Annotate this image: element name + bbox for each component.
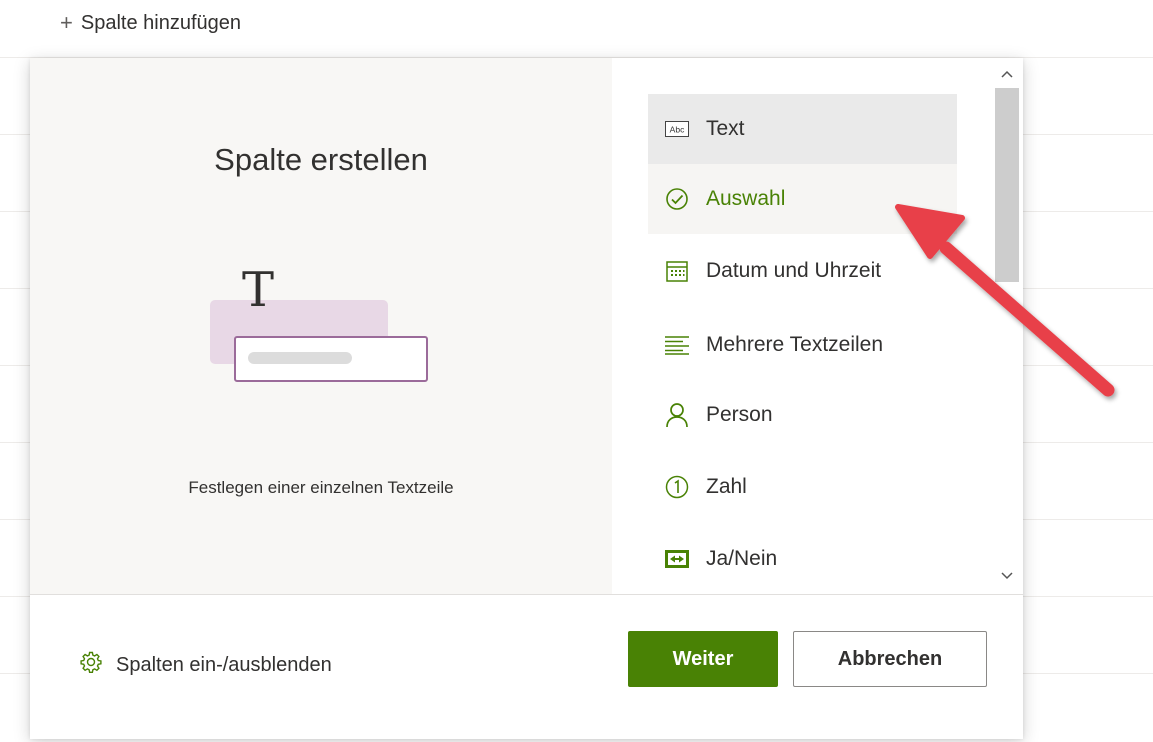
type-item-label: Ja/Nein xyxy=(706,547,778,570)
choice-check-icon xyxy=(662,184,692,214)
next-button[interactable]: Weiter xyxy=(628,631,778,687)
list-scrollbar[interactable] xyxy=(992,58,1022,594)
cancel-button[interactable]: Abbrechen xyxy=(793,631,987,687)
add-column-button[interactable]: + Spalte hinzufügen xyxy=(60,8,241,38)
number-icon xyxy=(662,472,692,502)
person-icon xyxy=(662,400,692,430)
type-item-label: Zahl xyxy=(706,475,747,498)
type-item-datetime[interactable]: Datum und Uhrzeit xyxy=(648,236,957,306)
column-type-list: Abc Text Auswahl Datum und Uhrzeit Mehre… xyxy=(612,58,1023,594)
dialog-footer: Spalten ein-/ausblenden Weiter Abbrechen xyxy=(30,594,1023,739)
type-item-label: Mehrere Textzeilen xyxy=(706,333,884,356)
type-item-label: Text xyxy=(706,117,745,140)
calendar-icon xyxy=(662,256,692,286)
dialog-title: Spalte erstellen xyxy=(214,142,428,177)
preview-pane: Spalte erstellen T Festlegen einer einze… xyxy=(30,58,612,594)
type-item-label: Datum und Uhrzeit xyxy=(706,259,882,282)
type-item-person[interactable]: Person xyxy=(648,380,957,450)
plus-icon: + xyxy=(60,10,73,35)
chevron-up-icon[interactable] xyxy=(992,62,1022,86)
svg-text:Abc: Abc xyxy=(670,125,685,135)
chevron-down-icon[interactable] xyxy=(992,564,1022,588)
multiline-text-icon xyxy=(662,330,692,360)
illustration-placeholder-bar xyxy=(248,352,352,364)
type-item-yesno[interactable]: Ja/Nein xyxy=(648,524,957,594)
gear-icon xyxy=(80,651,102,679)
type-item-number[interactable]: Zahl xyxy=(648,452,957,522)
type-item-text[interactable]: Abc Text xyxy=(648,94,957,164)
create-column-dialog: Spalte erstellen T Festlegen einer einze… xyxy=(30,58,1023,739)
type-item-choice[interactable]: Auswahl xyxy=(648,164,957,234)
type-item-label: Auswahl xyxy=(706,187,786,210)
text-abc-icon: Abc xyxy=(662,114,692,144)
show-hide-columns-label: Spalten ein-/ausblenden xyxy=(116,653,332,676)
type-description: Festlegen einer einzelnen Textzeile xyxy=(188,478,454,497)
illustration-letter: T xyxy=(242,262,275,318)
yes-no-icon xyxy=(662,544,692,574)
add-column-label: Spalte hinzufügen xyxy=(80,11,241,34)
scrollbar-thumb[interactable] xyxy=(995,88,1019,282)
type-item-multiline[interactable]: Mehrere Textzeilen xyxy=(648,310,957,380)
illustration-textbox xyxy=(234,336,428,382)
show-hide-columns-link[interactable]: Spalten ein-/ausblenden xyxy=(80,651,332,679)
text-field-illustration: T xyxy=(208,266,448,388)
type-item-label: Person xyxy=(706,403,773,426)
